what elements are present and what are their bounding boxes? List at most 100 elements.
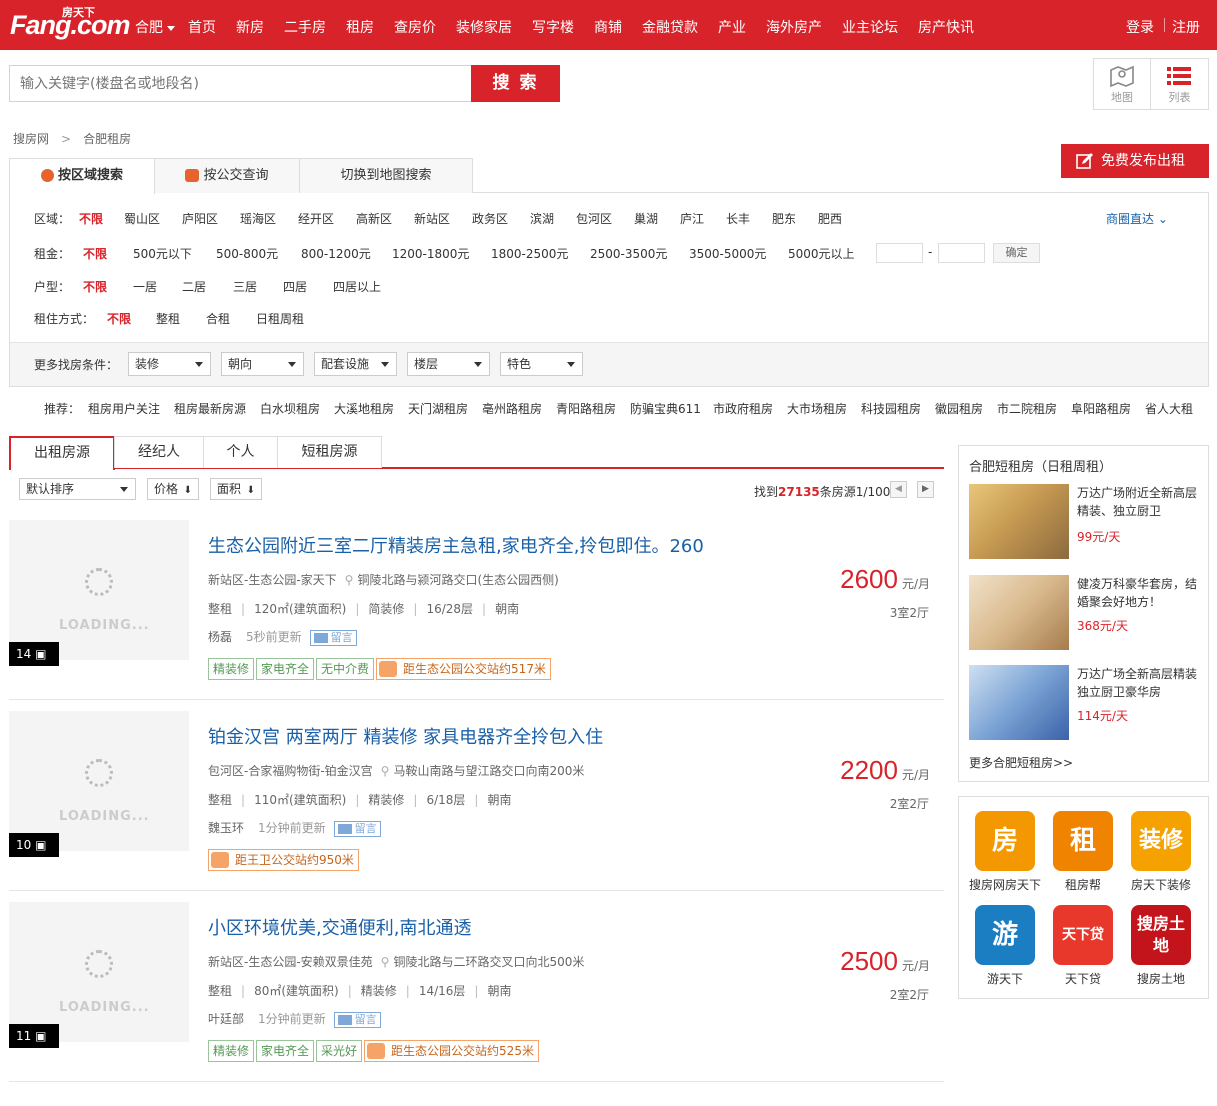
rental-mode-option[interactable]: 合租 bbox=[206, 310, 230, 327]
nav-item[interactable]: 写字楼 bbox=[532, 17, 574, 37]
district-option[interactable]: 肥西 bbox=[818, 210, 842, 227]
rent-option[interactable]: 3500-5000元 bbox=[689, 245, 766, 262]
rent-option[interactable]: 5000元以上 bbox=[788, 245, 855, 262]
tab-agents[interactable]: 经纪人 bbox=[114, 436, 204, 468]
agent-name[interactable]: 杨磊 bbox=[208, 630, 232, 644]
nav-item[interactable]: 海外房产 bbox=[766, 17, 822, 37]
rent-confirm-button[interactable]: 确定 bbox=[993, 243, 1040, 263]
recommend-link[interactable]: 防骗宝典611 bbox=[630, 400, 701, 417]
app-loan[interactable]: 天下贷 天下贷 bbox=[1045, 905, 1121, 987]
rental-mode-option[interactable]: 不限 bbox=[107, 310, 131, 327]
app-fang[interactable]: 房搜房网房天下 bbox=[967, 811, 1043, 893]
rent-option[interactable]: 2500-3500元 bbox=[590, 245, 667, 262]
listing-title[interactable]: 生态公园附近三室二厅精装房主急租,家电齐全,拎包即住。260 bbox=[208, 532, 704, 558]
short-rent-photo[interactable] bbox=[969, 665, 1069, 740]
login-link[interactable]: 登录 bbox=[1126, 17, 1154, 37]
listing-title[interactable]: 小区环境优美,交通便利,南北通透 bbox=[208, 914, 471, 940]
recommend-link[interactable]: 大市场租房 bbox=[787, 400, 847, 417]
rent-option[interactable]: 1200-1800元 bbox=[392, 245, 469, 262]
district-option[interactable]: 蜀山区 bbox=[124, 210, 160, 227]
rental-mode-option[interactable]: 日租周租 bbox=[256, 310, 304, 327]
listing-photo[interactable]: LOADING... 10 ▣ bbox=[9, 711, 189, 857]
breadcrumb-home[interactable]: 搜房网 bbox=[13, 132, 49, 146]
short-rent-item-title[interactable]: 健凌万科豪华套房，结婚聚会好地方！ bbox=[1077, 575, 1203, 611]
decoration-dropdown[interactable]: 装修 bbox=[128, 352, 211, 376]
listing-district[interactable]: 新站区-生态公园-家天下 bbox=[208, 573, 337, 587]
recommend-link[interactable]: 租房最新房源 bbox=[174, 400, 246, 417]
listing-photo[interactable]: LOADING... 14 ▣ bbox=[9, 520, 189, 666]
district-option[interactable]: 长丰 bbox=[726, 210, 750, 227]
layout-option[interactable]: 四居 bbox=[283, 278, 307, 295]
recommend-link[interactable]: 租房用户关注 bbox=[88, 400, 160, 417]
short-rent-photo[interactable] bbox=[969, 484, 1069, 559]
floor-dropdown[interactable]: 楼层 bbox=[407, 352, 490, 376]
layout-option[interactable]: 不限 bbox=[83, 278, 107, 295]
layout-option[interactable]: 四居以上 bbox=[333, 278, 381, 295]
recommend-link[interactable]: 白水坝租房 bbox=[260, 400, 320, 417]
rental-mode-option[interactable]: 整租 bbox=[156, 310, 180, 327]
rent-option[interactable]: 不限 bbox=[83, 245, 107, 262]
nav-item[interactable]: 金融贷款 bbox=[642, 17, 698, 37]
recommend-link[interactable]: 市政府租房 bbox=[713, 400, 773, 417]
recommend-link[interactable]: 天门湖租房 bbox=[408, 400, 468, 417]
listing-title[interactable]: 铂金汉宫 两室两厅 精装修 家具电器齐全拎包入住 bbox=[208, 723, 603, 749]
rent-option[interactable]: 500元以下 bbox=[133, 245, 192, 262]
listing-photo[interactable]: LOADING... 11 ▣ bbox=[9, 902, 189, 1048]
message-button[interactable]: 留言 bbox=[309, 629, 357, 646]
app-land[interactable]: 搜房土地 搜房土地 bbox=[1123, 905, 1199, 987]
rent-min-input[interactable] bbox=[876, 243, 923, 263]
map-view-button[interactable]: 地图 bbox=[1094, 59, 1151, 109]
nav-item[interactable]: 产业 bbox=[718, 17, 746, 37]
tab-bus-search[interactable]: 按公交查询 bbox=[154, 158, 300, 193]
message-button[interactable]: 留言 bbox=[333, 1011, 381, 1028]
rent-option[interactable]: 500-800元 bbox=[216, 245, 278, 262]
district-option[interactable]: 庐阳区 bbox=[182, 210, 218, 227]
district-option[interactable]: 肥东 bbox=[772, 210, 796, 227]
nav-item[interactable]: 二手房 bbox=[284, 17, 326, 37]
message-button[interactable]: 留言 bbox=[333, 820, 381, 837]
short-rent-item-title[interactable]: 万达广场全新高层精装独立厨卫豪华房 bbox=[1077, 665, 1203, 701]
listing-district[interactable]: 包河区-合家福购物街-铂金汉宫 bbox=[208, 764, 373, 778]
search-input[interactable] bbox=[9, 65, 471, 102]
nav-item[interactable]: 房产快讯 bbox=[918, 17, 974, 37]
nav-item[interactable]: 业主论坛 bbox=[842, 17, 898, 37]
recommend-link[interactable]: 阜阳路租房 bbox=[1071, 400, 1131, 417]
recommend-link[interactable]: 科技园租房 bbox=[861, 400, 921, 417]
district-option[interactable]: 庐江 bbox=[680, 210, 704, 227]
recommend-link[interactable]: 青阳路租房 bbox=[556, 400, 616, 417]
recommend-link[interactable]: 徽园租房 bbox=[935, 400, 983, 417]
district-option[interactable]: 滨湖 bbox=[530, 210, 554, 227]
district-option[interactable]: 巢湖 bbox=[634, 210, 658, 227]
rent-option[interactable]: 1800-2500元 bbox=[491, 245, 568, 262]
listing-district[interactable]: 新站区-生态公园-安赖双景佳苑 bbox=[208, 955, 373, 969]
listing-item[interactable]: LOADING... 14 ▣ 生态公园附近三室二厅精装房主急租,家电齐全,拎包… bbox=[9, 510, 944, 700]
nav-item[interactable]: 新房 bbox=[236, 17, 264, 37]
listing-item[interactable]: LOADING... 10 ▣ 铂金汉宫 两室两厅 精装修 家具电器齐全拎包入住… bbox=[9, 701, 944, 891]
rent-option[interactable]: 800-1200元 bbox=[301, 245, 371, 262]
register-link[interactable]: 注册 bbox=[1172, 17, 1200, 37]
sort-by-area-button[interactable]: 面积 ⬇ bbox=[210, 478, 262, 500]
district-option[interactable]: 瑶海区 bbox=[240, 210, 276, 227]
business-area-link[interactable]: 商圈直达 ⌄ bbox=[1106, 210, 1168, 227]
sort-by-price-button[interactable]: 价格 ⬇ bbox=[147, 478, 199, 500]
sort-dropdown[interactable]: 默认排序 bbox=[19, 478, 136, 500]
district-option[interactable]: 包河区 bbox=[576, 210, 612, 227]
app-travel[interactable]: 游游天下 bbox=[967, 905, 1043, 987]
more-short-rent-link[interactable]: 更多合肥短租房>> bbox=[969, 754, 1073, 771]
feature-dropdown[interactable]: 特色 bbox=[500, 352, 583, 376]
breadcrumb-current[interactable]: 合肥租房 bbox=[83, 132, 131, 146]
recommend-link[interactable]: 省人大租 bbox=[1145, 400, 1193, 417]
district-option[interactable]: 政务区 bbox=[472, 210, 508, 227]
nav-item[interactable]: 商铺 bbox=[594, 17, 622, 37]
publish-rental-button[interactable]: 免费发布出租 bbox=[1061, 144, 1209, 178]
nav-item[interactable]: 首页 bbox=[188, 17, 216, 37]
agent-name[interactable]: 叶廷部 bbox=[208, 1012, 244, 1026]
agent-name[interactable]: 魏玉环 bbox=[208, 821, 244, 835]
recommend-link[interactable]: 市二院租房 bbox=[997, 400, 1057, 417]
district-option[interactable]: 高新区 bbox=[356, 210, 392, 227]
layout-option[interactable]: 一居 bbox=[133, 278, 157, 295]
nav-item[interactable]: 装修家居 bbox=[456, 17, 512, 37]
short-rent-photo[interactable] bbox=[969, 575, 1069, 650]
district-option[interactable]: 经开区 bbox=[298, 210, 334, 227]
layout-option[interactable]: 二居 bbox=[182, 278, 206, 295]
